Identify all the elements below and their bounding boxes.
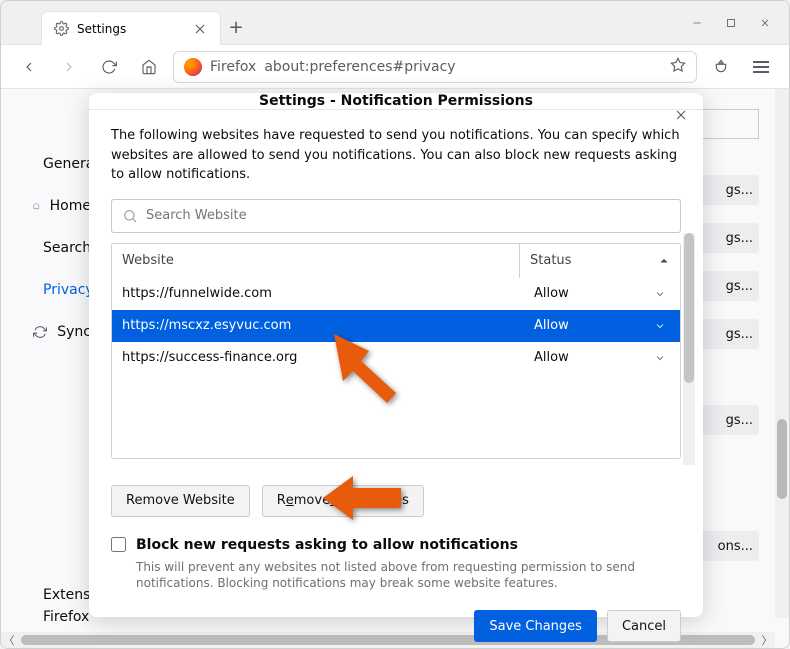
- search-website-input[interactable]: [146, 208, 670, 223]
- new-tab-button[interactable]: +: [221, 10, 251, 44]
- browser-window: Settings + Firefox about:preferences#pri…: [0, 0, 790, 649]
- row-url: https://success-finance.org: [112, 350, 520, 365]
- hamburger-icon: [753, 61, 769, 73]
- row-url: https://funnelwide.com: [112, 286, 520, 301]
- firefox-icon: [184, 58, 202, 76]
- bookmark-button[interactable]: [670, 57, 686, 77]
- row-status-select[interactable]: Allow: [520, 350, 680, 365]
- reload-button[interactable]: [93, 51, 125, 83]
- pocket-icon: [713, 59, 729, 75]
- window-controls: [673, 1, 789, 44]
- tab-settings[interactable]: Settings: [41, 11, 221, 45]
- cancel-button[interactable]: Cancel: [607, 610, 681, 642]
- account-button[interactable]: [705, 51, 737, 83]
- row-status-select[interactable]: Allow: [520, 318, 680, 333]
- tab-title: Settings: [77, 22, 126, 36]
- search-icon: [122, 208, 138, 224]
- save-changes-button[interactable]: Save Changes: [474, 610, 597, 642]
- scrollbar-thumb[interactable]: [777, 419, 787, 499]
- row-url: https://mscxz.esyvuc.com: [112, 318, 520, 333]
- dialog-description: The following websites have requested to…: [111, 126, 681, 185]
- chevron-down-icon: [654, 288, 666, 300]
- sidenav-privacy[interactable]: Privacy & Security: [33, 279, 91, 301]
- home-icon: [141, 59, 157, 75]
- block-new-requests-row: Block new requests asking to allow notif…: [111, 537, 681, 553]
- dialog-header: Settings - Notification Permissions: [89, 93, 703, 110]
- close-icon: [759, 15, 771, 31]
- annotation-arrow: [331, 331, 411, 411]
- column-status[interactable]: Status: [520, 244, 680, 278]
- remove-website-button[interactable]: Remove Website: [111, 485, 250, 517]
- minimize-button[interactable]: [691, 17, 703, 29]
- star-icon: [670, 57, 686, 73]
- settings-sidenav: General Home Search Privacy & Security S…: [1, 89, 91, 648]
- sidenav-search-label: Search: [43, 240, 91, 256]
- sort-asc-icon: [658, 255, 670, 267]
- sidenav-general[interactable]: General: [33, 153, 91, 175]
- url-address: about:preferences#privacy: [264, 59, 455, 75]
- page-scrollbar[interactable]: [775, 89, 789, 618]
- sidenav-home[interactable]: Home: [33, 195, 91, 217]
- table-scrollbar[interactable]: [683, 233, 695, 465]
- sidenav-sync-label: Sync: [57, 324, 91, 340]
- chevron-down-icon: [654, 352, 666, 364]
- scroll-left-arrow[interactable]: 〈: [1, 632, 17, 648]
- reload-icon: [101, 59, 117, 75]
- dialog-title: Settings - Notification Permissions: [259, 93, 533, 109]
- sidenav-extensions[interactable]: Extensions & Themes: [33, 584, 91, 606]
- arrow-right-icon: [61, 59, 77, 75]
- maximize-button[interactable]: [725, 17, 737, 29]
- gear-icon: [54, 21, 69, 36]
- close-window-button[interactable]: [759, 17, 771, 29]
- chevron-down-icon: [654, 320, 666, 332]
- minimize-icon: [691, 15, 703, 31]
- toolbar: Firefox about:preferences#privacy: [1, 45, 789, 89]
- forward-button[interactable]: [53, 51, 85, 83]
- menu-button[interactable]: [745, 51, 777, 83]
- table-row[interactable]: https://funnelwide.com Allow: [112, 278, 680, 310]
- sidenav-support-label: Firefox Support: [43, 609, 91, 625]
- row-status-select[interactable]: Allow: [520, 286, 680, 301]
- block-new-requests-label: Block new requests asking to allow notif…: [136, 537, 518, 553]
- tab-strip: Settings +: [1, 1, 673, 44]
- scroll-right-arrow[interactable]: 〉: [759, 632, 775, 648]
- column-website[interactable]: Website: [112, 244, 520, 278]
- block-requests-note: This will prevent any websites not liste…: [136, 559, 681, 593]
- close-icon: [192, 21, 208, 37]
- sidenav-privacy-label: Privacy & Security: [43, 282, 91, 298]
- sidenav-home-label: Home: [50, 198, 91, 214]
- home-button[interactable]: [133, 51, 165, 83]
- sidenav-support[interactable]: Firefox Support: [33, 606, 91, 628]
- dialog-footer: Save Changes Cancel: [89, 610, 703, 649]
- url-context: Firefox: [210, 59, 256, 75]
- back-button[interactable]: [13, 51, 45, 83]
- sidenav-ext-label: Extensions & Themes: [43, 587, 91, 603]
- table-header: Website Status: [112, 244, 680, 278]
- sidenav-sync[interactable]: Sync: [33, 321, 91, 343]
- block-new-requests-checkbox[interactable]: [111, 537, 126, 552]
- url-bar[interactable]: Firefox about:preferences#privacy: [173, 51, 697, 83]
- annotation-arrow: [323, 470, 403, 526]
- table-scrollbar-thumb[interactable]: [684, 233, 694, 383]
- tab-close-button[interactable]: [192, 21, 208, 37]
- arrow-left-icon: [21, 59, 37, 75]
- home-icon: [33, 198, 40, 214]
- maximize-icon: [725, 15, 737, 31]
- sidenav-general-label: General: [43, 156, 91, 172]
- search-website-field[interactable]: [111, 199, 681, 233]
- sidenav-search[interactable]: Search: [33, 237, 91, 259]
- title-bar: Settings +: [1, 1, 789, 45]
- sync-icon: [33, 324, 47, 340]
